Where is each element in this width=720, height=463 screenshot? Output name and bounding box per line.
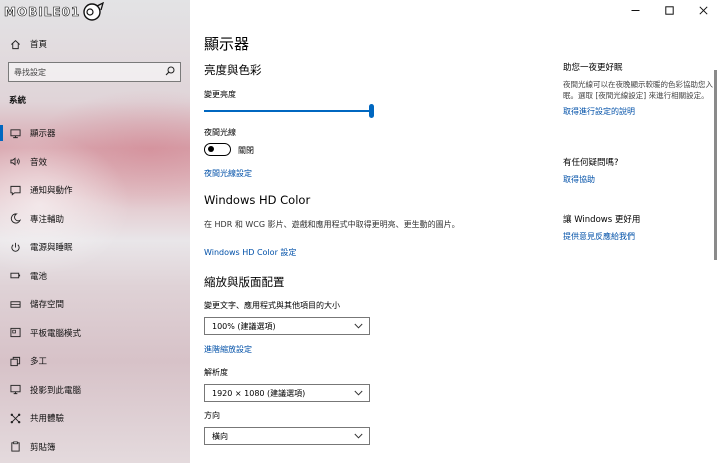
brightness-label: 變更亮度	[204, 90, 236, 99]
sleep-tip-title: 助您一夜更好眠	[563, 63, 623, 73]
sidebar-item-power[interactable]: 電源與睡眠	[0, 233, 190, 262]
sleep-tip-panel: 助您一夜更好眠 夜間光線可以在夜晚顯示較暖的色彩協助您入眠。選取 [夜間光線設定…	[563, 61, 713, 117]
multitasking-icon	[9, 355, 21, 367]
brightness-heading: 亮度與色彩	[204, 63, 262, 77]
chevron-down-icon	[354, 433, 363, 439]
sidebar-item-label: 通知與動作	[30, 186, 73, 197]
sleep-tip-text: 夜間光線可以在夜晚顯示較暖的色彩協助您入眠。選取 [夜間光線設定] 來進行相關設…	[563, 80, 713, 100]
tablet-mode-icon	[9, 327, 21, 339]
sidebar-item-tablet-mode[interactable]: 平板電腦模式	[0, 319, 190, 348]
orientation-label: 方向	[204, 411, 220, 420]
get-help-link[interactable]: 取得協助	[563, 174, 713, 185]
close-icon	[698, 5, 708, 15]
sidebar-item-display[interactable]: 顯示器	[0, 119, 190, 148]
sidebar-nav: 顯示器 音效 通知與動作 專注輔助 電源與睡眠 電池 儲存空間 平板電腦模式 多…	[0, 119, 190, 461]
help-panel: 有任何疑問嗎? 取得協助	[563, 156, 713, 185]
notifications-icon	[9, 184, 21, 196]
resolution-dropdown[interactable]: 1920 × 1080 (建議選項)	[204, 384, 370, 402]
sidebar-item-label: 剪貼簿	[30, 442, 56, 453]
chevron-down-icon	[354, 323, 363, 329]
sidebar-item-notifications[interactable]: 通知與動作	[0, 176, 190, 205]
chevron-down-icon	[354, 390, 363, 396]
shared-experiences-icon	[9, 412, 21, 424]
display-icon	[9, 127, 21, 139]
night-light-settings-link[interactable]: 夜間光線設定	[204, 168, 252, 179]
feedback-title: 讓 Windows 更好用	[563, 215, 641, 225]
sidebar-item-storage[interactable]: 儲存空間	[0, 290, 190, 319]
project-icon	[9, 384, 21, 396]
sidebar-item-label: 平板電腦模式	[30, 328, 82, 339]
hd-color-heading: Windows HD Color	[204, 193, 311, 207]
search-icon[interactable]	[165, 66, 175, 79]
power-icon	[9, 241, 21, 253]
battery-icon	[9, 270, 21, 282]
sound-icon	[9, 156, 21, 168]
sidebar-item-label: 共用體驗	[30, 414, 65, 425]
page-title: 顯示器	[204, 35, 250, 53]
orientation-dropdown[interactable]: 橫向	[204, 427, 370, 445]
scale-dropdown-value: 100% (建議選項)	[212, 321, 276, 331]
scale-dropdown[interactable]: 100% (建議選項)	[204, 317, 370, 335]
brightness-slider-track	[204, 110, 371, 112]
sidebar-section-title: 系統	[9, 96, 27, 106]
maximize-icon	[664, 5, 674, 15]
setup-help-link[interactable]: 取得進行設定的說明	[563, 106, 713, 117]
maximize-button[interactable]	[652, 0, 686, 20]
sidebar-item-project[interactable]: 投影到此電腦	[0, 376, 190, 405]
sidebar-item-label: 首頁	[30, 40, 48, 50]
night-light-state: 關閉	[238, 146, 254, 155]
help-title: 有任何疑問嗎?	[563, 158, 619, 168]
night-light-label: 夜間光線	[204, 128, 236, 137]
scale-layout-heading: 縮放與版面配置	[204, 275, 285, 289]
close-button[interactable]	[686, 0, 720, 20]
sidebar-item-shared-experiences[interactable]: 共用體驗	[0, 404, 190, 433]
home-icon	[9, 38, 21, 50]
feedback-panel: 讓 Windows 更好用 提供意見反應給我們	[563, 213, 713, 242]
sidebar-item-multitasking[interactable]: 多工	[0, 347, 190, 376]
sidebar-item-label: 專注輔助	[30, 214, 65, 225]
sidebar-item-label: 多工	[30, 357, 48, 368]
clipboard-icon	[9, 441, 21, 453]
sidebar-item-sound[interactable]: 音效	[0, 148, 190, 177]
feedback-link[interactable]: 提供意見反應給我們	[563, 231, 713, 242]
sidebar-item-label: 電源與睡眠	[30, 243, 73, 254]
search-input[interactable]	[14, 67, 154, 77]
sidebar-item-battery[interactable]: 電池	[0, 262, 190, 291]
orientation-dropdown-value: 橫向	[212, 431, 228, 441]
scrollbar[interactable]	[714, 70, 717, 260]
sidebar-item-label: 投影到此電腦	[30, 385, 82, 396]
sidebar-item-label: 電池	[30, 271, 48, 282]
brightness-slider[interactable]	[204, 104, 374, 118]
main-content: 顯示器 亮度與色彩 變更亮度 夜間光線 關閉 夜間光線設定 Windows HD…	[190, 0, 720, 463]
sidebar-item-focus-assist[interactable]: 專注輔助	[0, 205, 190, 234]
minimize-icon	[631, 9, 639, 11]
resolution-label: 解析度	[204, 368, 228, 377]
sidebar-item-label: 音效	[30, 157, 48, 168]
sidebar-item-label: 儲存空間	[30, 300, 65, 311]
brightness-slider-thumb[interactable]	[369, 104, 374, 118]
sidebar-item-label: 顯示器	[30, 129, 56, 140]
hd-color-description: 在 HDR 和 WCG 影片、遊戲和應用程式中取得更明亮、更生動的圖片。	[204, 220, 460, 229]
sidebar-item-clipboard[interactable]: 剪貼簿	[0, 433, 190, 462]
logo: MOBILE01	[4, 2, 105, 22]
logo-text: MOBILE01	[4, 5, 81, 20]
hd-color-settings-link[interactable]: Windows HD Color 設定	[204, 247, 296, 258]
toggle-knob	[208, 146, 214, 152]
advanced-scaling-link[interactable]: 進階縮放設定	[204, 344, 252, 355]
search-box	[8, 62, 181, 82]
sidebar-item-home[interactable]: 首頁	[0, 34, 190, 54]
resolution-dropdown-value: 1920 × 1080 (建議選項)	[212, 388, 306, 398]
night-light-toggle[interactable]	[204, 143, 231, 156]
logo-mark-icon	[83, 2, 105, 21]
window-controls	[618, 0, 720, 22]
focus-assist-icon	[9, 213, 21, 225]
minimize-button[interactable]	[618, 0, 652, 20]
sidebar: MOBILE01 首頁 系統 顯示器 音效	[0, 0, 190, 463]
scale-label: 變更文字、應用程式與其他項目的大小	[204, 301, 340, 310]
storage-icon	[9, 298, 21, 310]
